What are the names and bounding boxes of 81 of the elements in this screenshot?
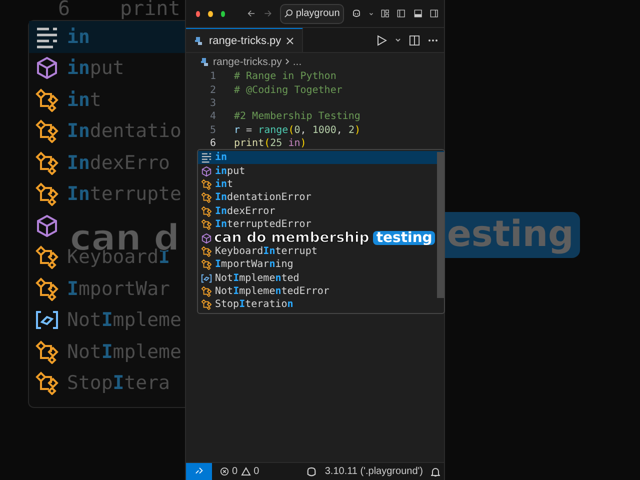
- close-icon[interactable]: [286, 36, 294, 44]
- maximize-dot[interactable]: [220, 10, 226, 16]
- split-editor-icon[interactable]: [409, 34, 420, 46]
- chevron-icon: [284, 58, 290, 65]
- line-number: 3: [208, 98, 217, 109]
- class-icon: [201, 246, 212, 257]
- bell-icon[interactable]: [431, 466, 440, 476]
- line-number: 2: [208, 84, 217, 96]
- line-number: 6: [58, 0, 70, 20]
- variable-icon: [201, 272, 212, 284]
- class-icon: [35, 340, 59, 364]
- class-icon: [201, 299, 212, 310]
- error-icon: [220, 467, 229, 476]
- breadcrumb-item[interactable]: ...: [292, 56, 302, 68]
- class-icon: [35, 276, 59, 301]
- back-arrow-icon[interactable]: [247, 8, 256, 19]
- breadcrumb-item[interactable]: range-tricks.py: [213, 56, 282, 68]
- minimize-dot[interactable]: [208, 10, 213, 16]
- class-icon: [201, 192, 212, 204]
- sidebar-icon[interactable]: [397, 8, 406, 19]
- caption-highlight: testing: [373, 231, 436, 245]
- forward-arrow-icon[interactable]: [264, 8, 272, 19]
- code-line: # @Coding Together: [234, 84, 342, 96]
- suggestion-item[interactable]: StopIteration: [198, 298, 296, 312]
- python-file-icon: [194, 36, 204, 46]
- line-number: 4: [208, 111, 217, 122]
- suggestion-item[interactable]: KeyboardInterrupt: [198, 244, 320, 258]
- class-icon: [201, 219, 212, 230]
- scrollbar[interactable]: [437, 152, 444, 298]
- class-icon: [35, 182, 59, 206]
- suggestion-item[interactable]: int: [198, 178, 236, 192]
- chevron-icon[interactable]: [395, 37, 401, 43]
- cube-icon: [35, 56, 59, 80]
- class-icon: [35, 245, 59, 270]
- panel-icon[interactable]: [414, 8, 422, 19]
- suggestion-item[interactable]: ImportWarning: [198, 258, 296, 272]
- suggestion-item[interactable]: IndentationError: [198, 191, 314, 205]
- class-icon: [35, 119, 59, 144]
- code-text: print: [120, 0, 180, 20]
- line-number: 1: [208, 71, 217, 82]
- code-line: # Range in Python: [234, 71, 336, 82]
- caption-text: can do membership: [214, 231, 370, 245]
- code-line: r = range(0, 1000, 2): [234, 124, 361, 136]
- more-icon[interactable]: [428, 38, 438, 42]
- keyword-icon: [201, 152, 212, 164]
- suggestion-item[interactable]: input: [198, 164, 248, 178]
- class-icon: [201, 259, 212, 270]
- code-line: #2 Membership Testing: [234, 111, 360, 122]
- editor-tab[interactable]: range-tricks.py: [186, 28, 304, 52]
- class-icon: [35, 371, 59, 396]
- copilot-icon[interactable]: [306, 466, 317, 476]
- remote-icon: [194, 467, 204, 476]
- cube-icon: [201, 166, 212, 177]
- suggestion-item[interactable]: InterruptedError: [198, 218, 314, 232]
- suggestion-item[interactable]: in: [198, 151, 444, 164]
- cube-icon: [35, 214, 59, 238]
- close-dot[interactable]: [196, 10, 200, 16]
- suggestion-item[interactable]: IndexError: [198, 204, 278, 218]
- secondary-sidebar-icon[interactable]: [430, 8, 438, 19]
- cube-icon: [201, 232, 212, 244]
- caption-highlight: esting: [445, 212, 580, 258]
- class-icon: [201, 178, 212, 190]
- code-line: print(25 in): [234, 138, 306, 150]
- line-number: 5: [208, 124, 217, 136]
- interpreter-version[interactable]: 3.10.11 ('.playground'): [324, 466, 423, 477]
- run-icon[interactable]: [377, 34, 387, 46]
- search-icon: [284, 9, 293, 18]
- problems-indicator[interactable]: 0 0: [220, 466, 260, 477]
- search-field[interactable]: playgroun: [280, 4, 344, 24]
- warning-icon: [240, 467, 251, 476]
- python-file-icon: [200, 56, 210, 66]
- class-icon: [35, 150, 59, 175]
- suggestion-item[interactable]: NotImplementedError: [198, 284, 332, 298]
- suggestion-item[interactable]: NotImplemented: [198, 272, 302, 285]
- layout-icon[interactable]: [381, 8, 390, 19]
- line-number: 6: [208, 138, 217, 150]
- class-icon: [201, 286, 212, 298]
- chevron-icon[interactable]: [368, 10, 374, 16]
- class-icon: [35, 88, 59, 112]
- class-icon: [201, 206, 212, 217]
- copilot-icon[interactable]: [352, 8, 361, 19]
